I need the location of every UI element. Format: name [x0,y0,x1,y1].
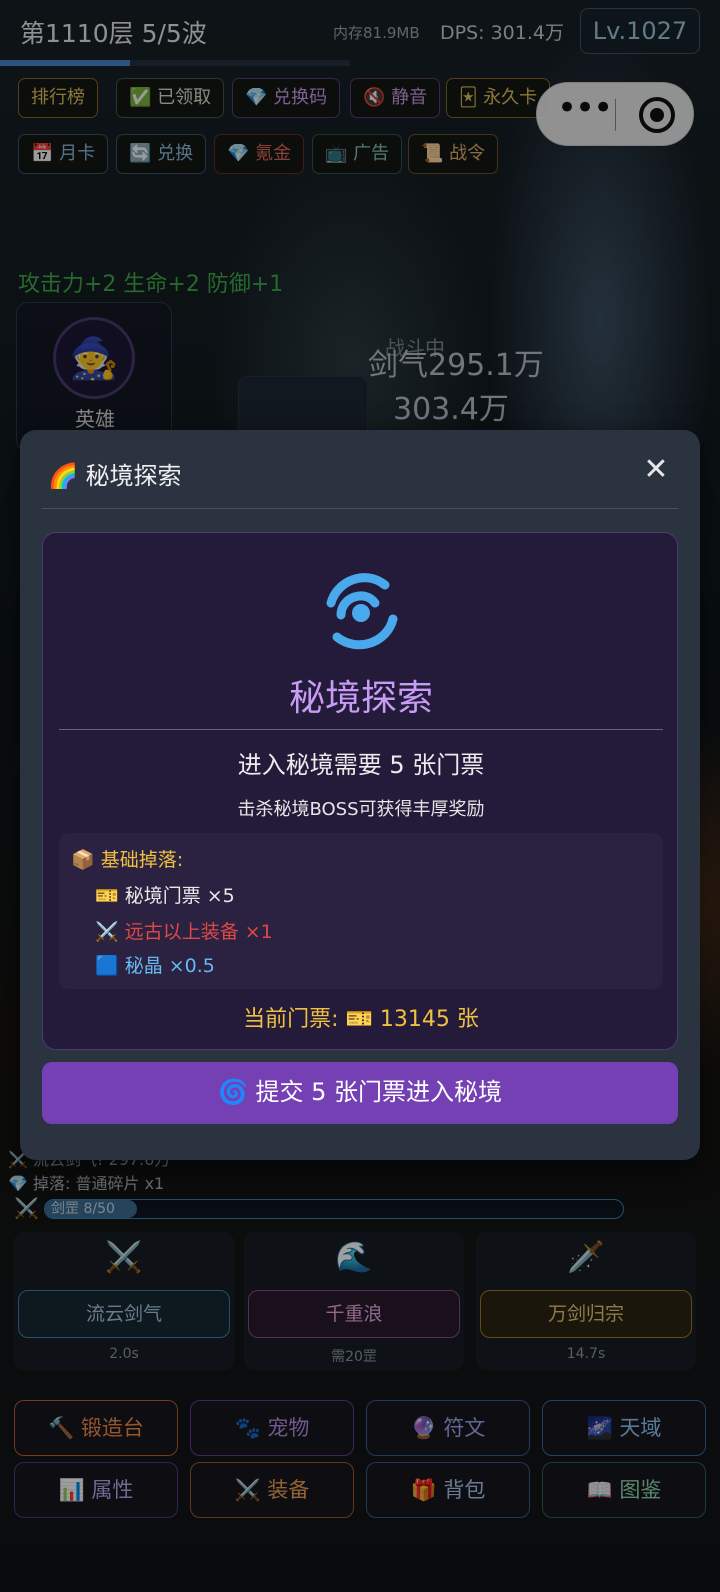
drop-item-equipment: ⚔️ 远古以上装备 ×1 [95,921,273,943]
drops-header: 📦 基础掉落: [71,849,184,871]
reward-hint: 击杀秘境BOSS可获得丰厚奖励 [237,799,485,820]
secret-realm-dialog: 🌈 秘境探索 ✕ 秘境探索 进入秘境需要 5 张门票 击杀秘境BOSS可获得丰厚… [20,430,700,1160]
rainbow-icon: 🌈 [48,462,78,490]
dialog-title-text: 秘境探索 [85,462,182,490]
drop-item-ticket: 🎫 秘境门票 ×5 [95,885,235,907]
close-icon[interactable]: ✕ [634,448,678,492]
ticket-requirement: 进入秘境需要 5 张门票 [237,751,485,779]
realm-heading: 秘境探索 [288,678,433,719]
drop-item-crystal: 🟦 秘晶 ×0.5 [95,955,215,977]
submit-tickets-button[interactable]: 🌀 提交 5 张门票进入秘境 [42,1062,678,1124]
current-tickets: 当前门票: 🎫 13145 张 [243,1007,479,1032]
dialog-title: 🌈 秘境探索 [48,456,182,491]
heading-divider [59,729,663,730]
dialog-divider [42,508,678,509]
realm-info-card: 秘境探索 进入秘境需要 5 张门票 击杀秘境BOSS可获得丰厚奖励 📦 基础掉落… [42,532,678,1050]
drop-list: 📦 基础掉落: 🎫 秘境门票 ×5 ⚔️ 远古以上装备 ×1 🟦 秘晶 ×0.5 [59,833,663,989]
cyclone-icon [326,573,398,650]
game-screen: 第1110层 5/5波 内存81.9MB DPS: 301.4万 Lv.1027… [0,0,720,1592]
